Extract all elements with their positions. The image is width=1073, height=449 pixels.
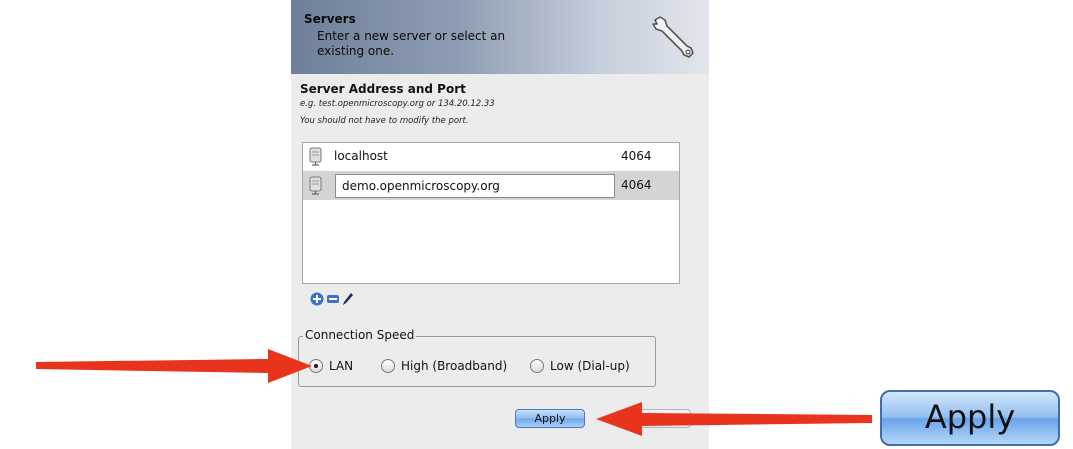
- dialog-header: Servers Enter a new server or select an …: [291, 0, 709, 74]
- radio-label: Low (Dial-up): [550, 359, 630, 373]
- apply-button[interactable]: Apply: [515, 409, 585, 428]
- server-name-input[interactable]: [335, 174, 615, 198]
- radio-button[interactable]: [381, 359, 395, 373]
- server-list[interactable]: localhost 4064 4064: [302, 142, 680, 284]
- arrow-to-lan-icon: [36, 349, 312, 383]
- radio-low-dialup[interactable]: Low (Dial-up): [530, 359, 630, 373]
- server-hint-example: e.g. test.openmicroscopy.org or 134.20.1…: [300, 99, 495, 109]
- wrench-icon: [652, 16, 694, 58]
- connection-speed-legend: Connection Speed: [303, 328, 417, 342]
- server-dialog: Servers Enter a new server or select an …: [291, 0, 709, 449]
- arrow-to-apply-icon: [596, 402, 872, 436]
- header-description: Enter a new server or select an existing…: [317, 29, 506, 58]
- server-port[interactable]: 4064: [621, 178, 652, 192]
- server-icon: [309, 176, 322, 195]
- server-row[interactable]: localhost 4064: [303, 143, 679, 172]
- apply-button-zoomed[interactable]: Apply: [880, 390, 1060, 446]
- radio-button[interactable]: [530, 359, 544, 373]
- connection-speed-group: Connection Speed LAN High (Broadband) Lo…: [298, 328, 656, 387]
- pencil-icon[interactable]: [342, 292, 354, 306]
- server-port[interactable]: 4064: [621, 149, 652, 163]
- radio-label: High (Broadband): [401, 359, 508, 373]
- radio-label: LAN: [329, 359, 354, 373]
- server-icon: [309, 147, 322, 166]
- server-row-selected[interactable]: 4064: [303, 172, 679, 200]
- radio-high-broadband[interactable]: High (Broadband): [381, 359, 507, 373]
- header-title: Servers: [304, 12, 356, 26]
- minus-icon[interactable]: [326, 292, 340, 306]
- server-hint-port: You should not have to modify the port.: [300, 116, 469, 126]
- plus-circle-icon[interactable]: [310, 292, 324, 306]
- server-name: localhost: [334, 149, 388, 163]
- server-section-title: Server Address and Port: [300, 82, 466, 96]
- radio-lan[interactable]: LAN: [309, 359, 353, 373]
